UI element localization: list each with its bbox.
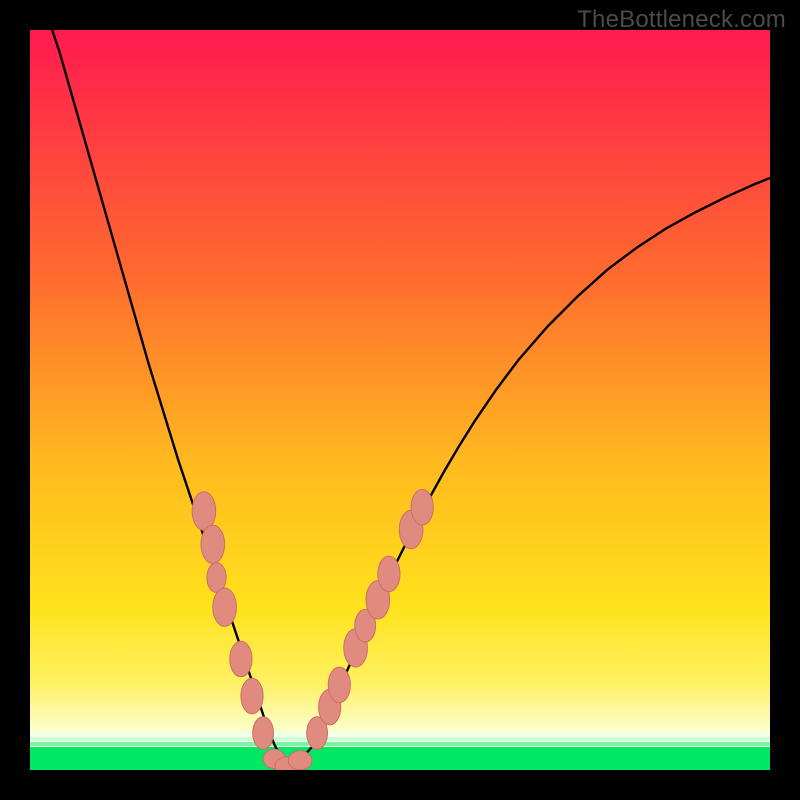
curve-marker bbox=[411, 490, 433, 526]
curve-marker bbox=[201, 525, 225, 563]
curve-marker bbox=[253, 717, 274, 750]
curve-marker bbox=[378, 556, 400, 592]
curve-marker bbox=[213, 588, 237, 626]
plot-area bbox=[30, 30, 770, 770]
bottleneck-chart bbox=[30, 30, 770, 770]
curve-marker bbox=[192, 492, 216, 530]
outer-frame: TheBottleneck.com bbox=[0, 0, 800, 800]
green-band bbox=[30, 732, 770, 770]
curve-marker bbox=[288, 751, 312, 770]
curve-marker bbox=[328, 667, 350, 703]
curve-marker bbox=[241, 678, 263, 714]
gradient-background bbox=[30, 30, 770, 770]
curve-marker bbox=[230, 641, 252, 677]
